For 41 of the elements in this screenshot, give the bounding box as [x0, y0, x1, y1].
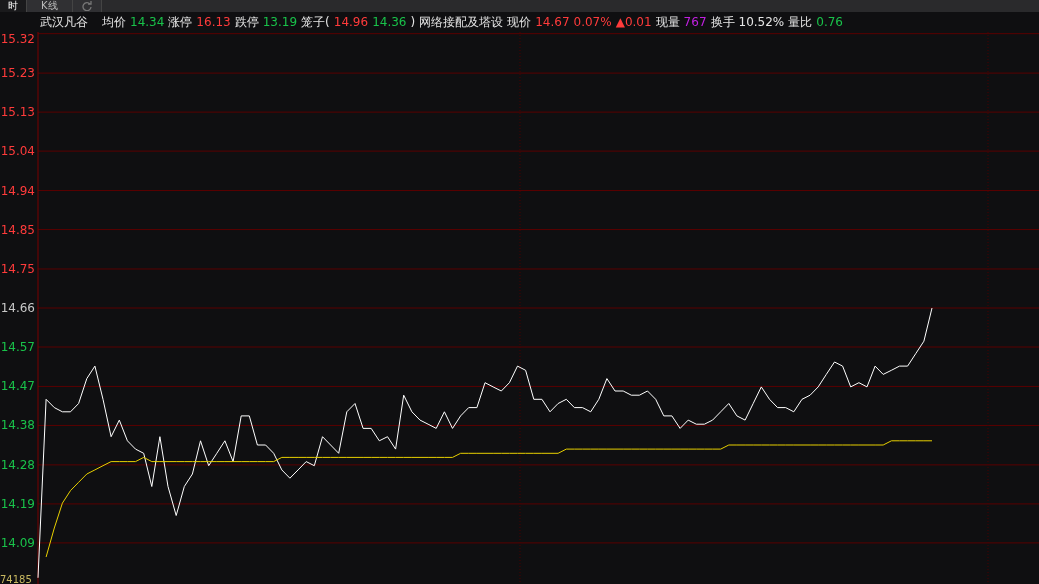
tab[interactable]: 时 — [0, 0, 27, 12]
axis-label: 14.19 — [0, 496, 35, 511]
quote-value: 14.67 — [535, 15, 570, 29]
quote-value: 10.52% — [738, 15, 785, 29]
refresh-icon — [80, 1, 93, 11]
quote-value: 16.13 — [196, 15, 231, 29]
axis-label: 14.09 — [0, 535, 35, 550]
tab[interactable]: K线 — [27, 0, 73, 12]
quote-value: 767 — [683, 15, 707, 29]
axis-label: 15.04 — [0, 144, 35, 159]
axis-label: 14.28 — [0, 457, 35, 472]
quote-value: ▲0.01 — [615, 15, 652, 29]
quote-label: 换手 — [710, 13, 735, 31]
quote-label: 跌停 — [234, 13, 259, 31]
axis-label: 14.75 — [0, 262, 35, 276]
axis-label: 14.38 — [0, 418, 35, 433]
quote-label: 量比 — [788, 13, 813, 31]
axis-label: 14.66 — [0, 301, 35, 315]
quote-value: 14.34 — [130, 15, 165, 29]
volume-label: 74185 — [0, 574, 32, 584]
refresh-tab[interactable] — [72, 0, 102, 12]
quote-value: 0.76 — [816, 15, 843, 29]
quote-label: 笼子( — [301, 13, 330, 31]
axis-label: 14.94 — [0, 183, 35, 198]
axis-label: 15.13 — [0, 105, 35, 120]
quote-value: 0.07% — [573, 15, 612, 29]
quote-label: 均价 — [102, 13, 126, 31]
axis-label: 14.47 — [0, 379, 35, 394]
quote-label: ) — [410, 15, 416, 29]
quote-label: 现价 — [507, 13, 532, 31]
axis-label: 15.32 — [0, 32, 35, 46]
axis-label: 15.23 — [0, 66, 35, 81]
quote-label: 涨停 — [168, 13, 193, 31]
quote-value: 13.19 — [262, 15, 298, 29]
stock-name: 武汉凡谷 — [40, 13, 88, 31]
quote-label: 现量 — [655, 13, 680, 31]
axis-label: 14.85 — [0, 222, 35, 237]
sector-name: 网络接配及塔设 — [419, 13, 504, 31]
axis-label: 14.57 — [0, 340, 35, 354]
quote-value: 14.96 — [333, 15, 369, 29]
quote-value: 14.36 — [372, 15, 407, 29]
